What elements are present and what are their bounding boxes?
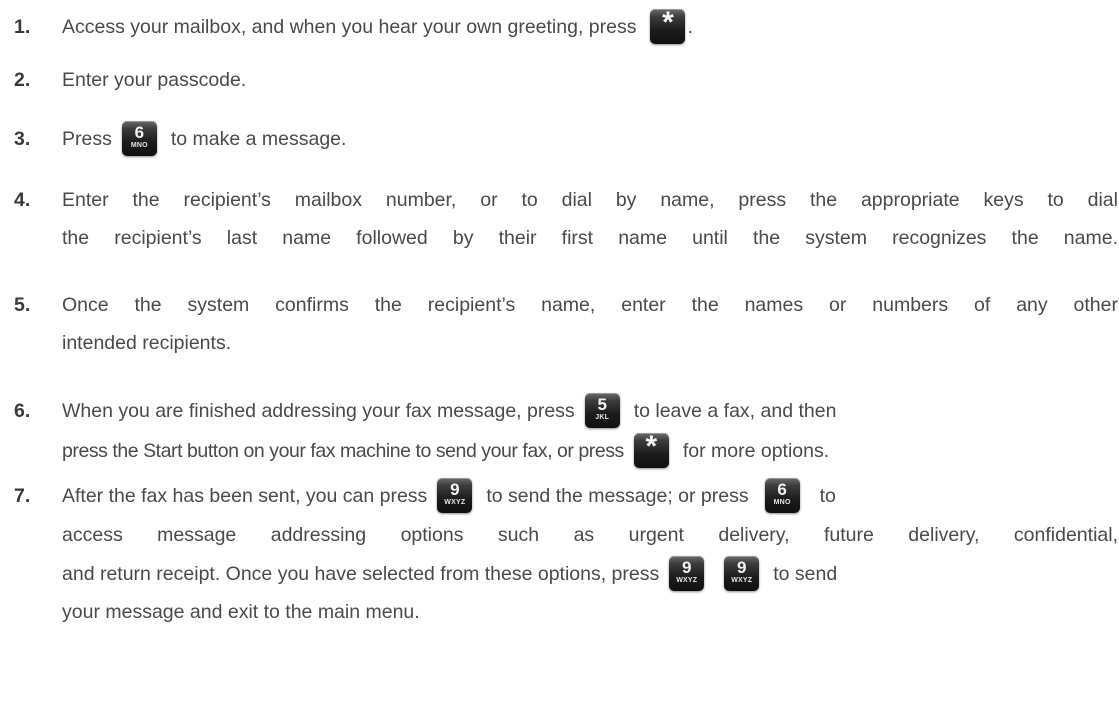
phone-key-6: 6 MNO [121, 121, 157, 157]
step-number: 4. [14, 189, 31, 211]
step-text: Press 6 MNO to make a message. [62, 121, 1118, 157]
step-text-part: and return receipt. Once you have select… [62, 563, 660, 585]
step-line: Enter the recipient’s mailbox number, or… [62, 189, 1118, 211]
step-line: and return receipt. Once you have select… [62, 554, 1118, 594]
key-digit: 5 [597, 395, 607, 415]
step-text-part: . [687, 16, 693, 38]
key-letters: JKL [595, 414, 610, 422]
step-line: the recipient’s last name followed by th… [62, 227, 1118, 249]
step-text: After the fax has been sent, you can pre… [62, 476, 1118, 630]
step-line: press the Start button on your fax machi… [62, 431, 1118, 471]
step-text: Once the system confirms the recipient’s… [62, 288, 1118, 360]
step-line: Once the system confirms the recipient’s… [62, 294, 1118, 316]
step-text-part: to send [773, 563, 838, 585]
step-text-part: Press [62, 128, 112, 150]
key-letters: MNO [773, 499, 791, 507]
key-letters: WXYZ [676, 577, 698, 585]
key-star-symbol: * [645, 430, 658, 464]
phone-key-star: * [633, 430, 669, 469]
step-number: 7. [14, 485, 31, 507]
step-text-part: Access your mailbox, and when you hear y… [62, 16, 637, 38]
phone-key-9: 9 WXYZ [724, 556, 760, 592]
step-text-part: When you are finished addressing your fa… [62, 400, 575, 422]
phone-key-9: 9 WXYZ [437, 478, 473, 514]
key-digit: 9 [450, 480, 460, 500]
key-digit: 6 [134, 123, 145, 143]
phone-key-6: 6 MNO [764, 478, 800, 514]
key-digit: 9 [737, 558, 747, 578]
phone-key-5: 5 JKL [584, 393, 620, 429]
step-number: 1. [14, 16, 31, 38]
step-line: your message and exit to the main menu. [62, 601, 420, 623]
step-line: access message addressing options such a… [62, 524, 1118, 546]
step-line: After the fax has been sent, you can pre… [62, 476, 1118, 516]
step-number: 5. [14, 294, 31, 316]
step-line: When you are finished addressing your fa… [62, 391, 1118, 431]
step-text-part: to make a message. [170, 128, 347, 150]
phone-key-star: * [650, 6, 686, 45]
step-number: 2. [14, 69, 31, 91]
step-text-part: to leave a fax, and then [633, 400, 837, 422]
phone-key-9: 9 WXYZ [669, 556, 705, 592]
step-number: 3. [14, 128, 31, 150]
key-star-symbol: * [662, 6, 674, 40]
key-letters: WXYZ [444, 499, 466, 507]
step-text-part: to [819, 485, 836, 507]
step-text: Enter your passcode. [62, 69, 247, 91]
key-digit: 6 [777, 480, 787, 500]
key-digit: 9 [682, 558, 692, 578]
step-text-part: to send the message; or press [486, 485, 749, 507]
step-number: 6. [14, 400, 31, 422]
step-line: intended recipients. [62, 332, 232, 354]
key-letters: WXYZ [731, 577, 753, 585]
step-text: Enter the recipient’s mailbox number, or… [62, 183, 1118, 255]
step-text-part: press the Start button on your fax machi… [62, 440, 624, 462]
key-letters: MNO [130, 142, 148, 150]
step-text: When you are finished addressing your fa… [62, 391, 1118, 471]
step-text-part: for more options. [682, 440, 830, 462]
step-text-part: After the fax has been sent, you can pre… [62, 485, 428, 507]
step-text: Access your mailbox, and when you hear y… [62, 6, 1118, 45]
